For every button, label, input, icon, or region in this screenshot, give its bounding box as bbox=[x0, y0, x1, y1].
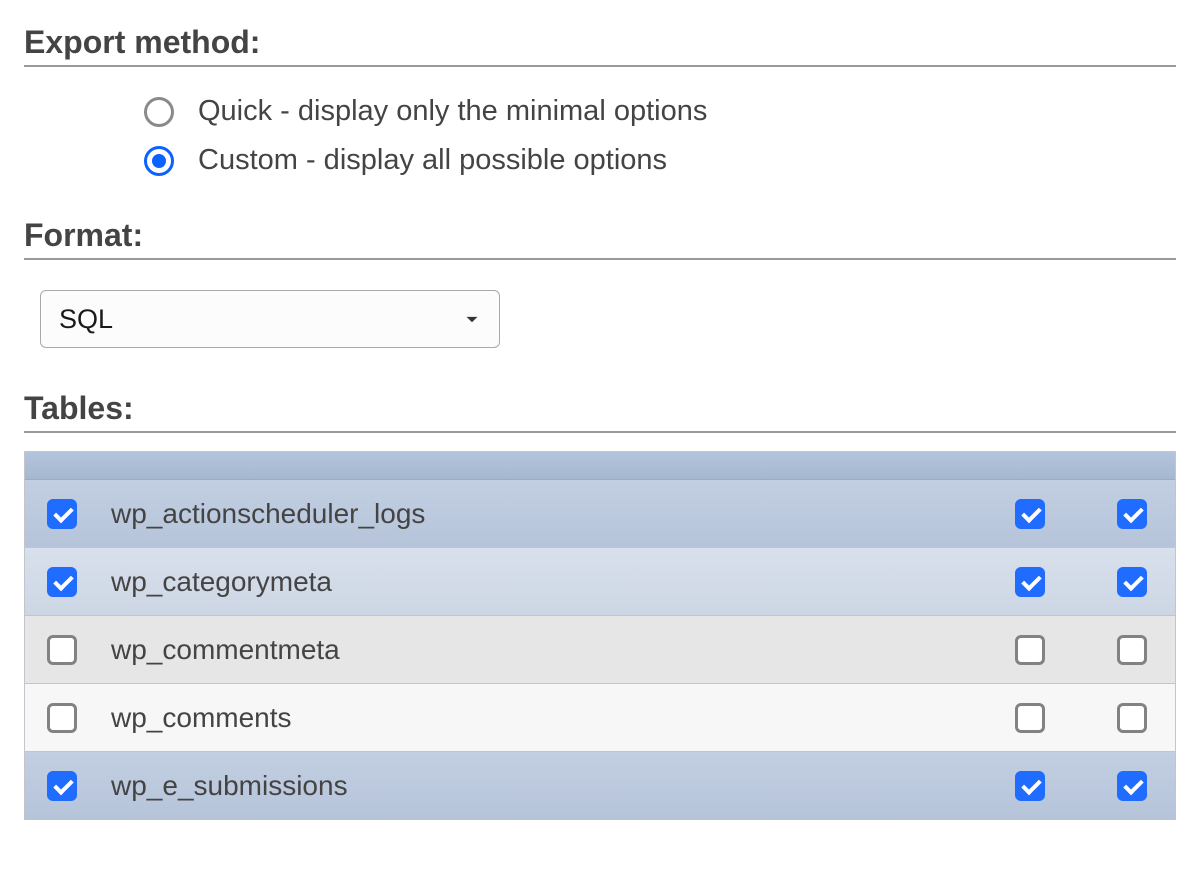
table-row: wp_comments bbox=[25, 684, 1175, 752]
table-row-checkbox-structure[interactable] bbox=[1015, 703, 1045, 733]
format-select[interactable]: SQL bbox=[40, 290, 500, 348]
format-section: Format: SQL bbox=[24, 217, 1176, 348]
table-row-name: wp_comments bbox=[111, 702, 1015, 734]
radio-quick-label[interactable]: Quick - display only the minimal options bbox=[198, 95, 707, 128]
table-row-name: wp_actionscheduler_logs bbox=[111, 498, 1015, 530]
table-row-checkbox-structure[interactable] bbox=[1015, 635, 1045, 665]
format-select-wrap: SQL bbox=[40, 290, 1176, 348]
table-row-checkbox-structure[interactable] bbox=[1015, 499, 1045, 529]
table-row-checkbox-data[interactable] bbox=[1117, 499, 1147, 529]
radio-row-custom: Custom - display all possible options bbox=[144, 144, 1176, 177]
table-row-checkbox-data[interactable] bbox=[1117, 567, 1147, 597]
radio-quick[interactable] bbox=[144, 97, 174, 127]
tables-header-strip bbox=[25, 452, 1175, 480]
table-row-checkbox-data[interactable] bbox=[1117, 771, 1147, 801]
export-method-heading: Export method: bbox=[24, 24, 1176, 67]
table-row: wp_commentmeta bbox=[25, 616, 1175, 684]
table-row: wp_categorymeta bbox=[25, 548, 1175, 616]
table-row-checkbox-select[interactable] bbox=[47, 567, 77, 597]
table-row-name: wp_e_submissions bbox=[111, 770, 1015, 802]
table-row-right-checks bbox=[1015, 499, 1147, 529]
tables-heading: Tables: bbox=[24, 390, 1176, 433]
radio-custom-label[interactable]: Custom - display all possible options bbox=[198, 144, 667, 177]
tables-list: wp_actionscheduler_logs wp_categorymetawp… bbox=[24, 451, 1176, 820]
table-row-checkbox-structure[interactable] bbox=[1015, 567, 1045, 597]
table-row: wp_e_submissions bbox=[25, 752, 1175, 820]
table-row-checkbox-select[interactable] bbox=[47, 499, 77, 529]
table-row-checkbox-data[interactable] bbox=[1117, 635, 1147, 665]
table-row-checkbox-select[interactable] bbox=[47, 703, 77, 733]
tables-section: Tables: wp_actionscheduler_logs wp_catego… bbox=[24, 390, 1176, 820]
export-method-radio-group: Quick - display only the minimal options… bbox=[24, 73, 1176, 177]
table-row-checkbox-select[interactable] bbox=[47, 771, 77, 801]
table-row-name: wp_commentmeta bbox=[111, 634, 1015, 666]
radio-row-quick: Quick - display only the minimal options bbox=[144, 95, 1176, 128]
table-row-checkbox-select[interactable] bbox=[47, 635, 77, 665]
table-row-checkbox-structure[interactable] bbox=[1015, 771, 1045, 801]
table-row-right-checks bbox=[1015, 771, 1147, 801]
table-row-name: wp_categorymeta bbox=[111, 566, 1015, 598]
table-row-right-checks bbox=[1015, 635, 1147, 665]
table-row-right-checks bbox=[1015, 567, 1147, 597]
export-method-section: Export method: Quick - display only the … bbox=[24, 24, 1176, 177]
format-heading: Format: bbox=[24, 217, 1176, 260]
radio-custom[interactable] bbox=[144, 146, 174, 176]
table-row-checkbox-data[interactable] bbox=[1117, 703, 1147, 733]
table-row-right-checks bbox=[1015, 703, 1147, 733]
table-row: wp_actionscheduler_logs bbox=[25, 480, 1175, 548]
